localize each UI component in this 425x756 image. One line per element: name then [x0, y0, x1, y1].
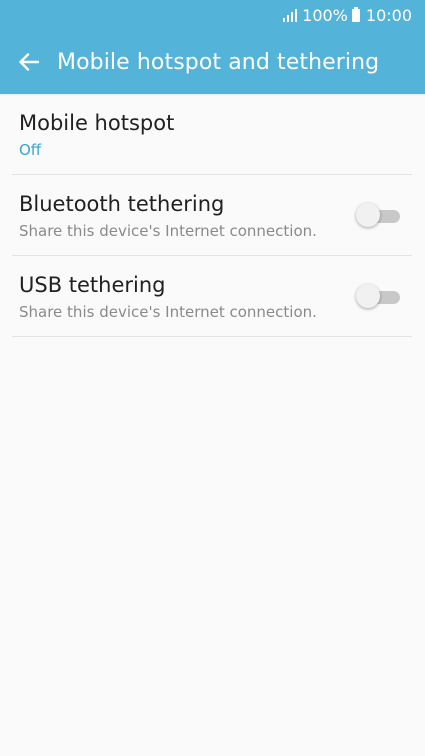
clock: 10:00 — [365, 5, 412, 25]
bluetooth-tethering-description: Share this device's Internet connection. — [19, 222, 317, 240]
battery-icon — [351, 6, 360, 22]
bluetooth-tethering-title: Bluetooth tethering — [19, 192, 225, 216]
app-bar: Mobile hotspot and tethering — [0, 30, 425, 94]
bluetooth-tethering-toggle[interactable] — [356, 202, 402, 228]
mobile-hotspot-status: Off — [19, 141, 42, 159]
status-bar: 100% 10:00 — [0, 0, 425, 30]
usb-tethering-title: USB tethering — [19, 273, 166, 297]
mobile-hotspot-item[interactable]: Mobile hotspot Off — [12, 94, 412, 175]
usb-tethering-toggle[interactable] — [356, 283, 402, 309]
back-button[interactable] — [18, 51, 40, 73]
arrow-back-icon — [19, 53, 39, 71]
usb-tethering-description: Share this device's Internet connection. — [19, 303, 317, 321]
mobile-hotspot-title: Mobile hotspot — [19, 111, 175, 135]
bluetooth-tethering-item[interactable]: Bluetooth tethering Share this device's … — [12, 175, 412, 256]
page-title: Mobile hotspot and tethering — [57, 49, 380, 75]
toggle-thumb — [356, 203, 380, 227]
battery-percentage: 100% — [302, 5, 348, 25]
toggle-thumb — [356, 284, 380, 308]
settings-list: Mobile hotspot Off Bluetooth tethering S… — [0, 94, 425, 337]
usb-tethering-item[interactable]: USB tethering Share this device's Intern… — [12, 256, 412, 337]
signal-icon — [282, 8, 298, 22]
